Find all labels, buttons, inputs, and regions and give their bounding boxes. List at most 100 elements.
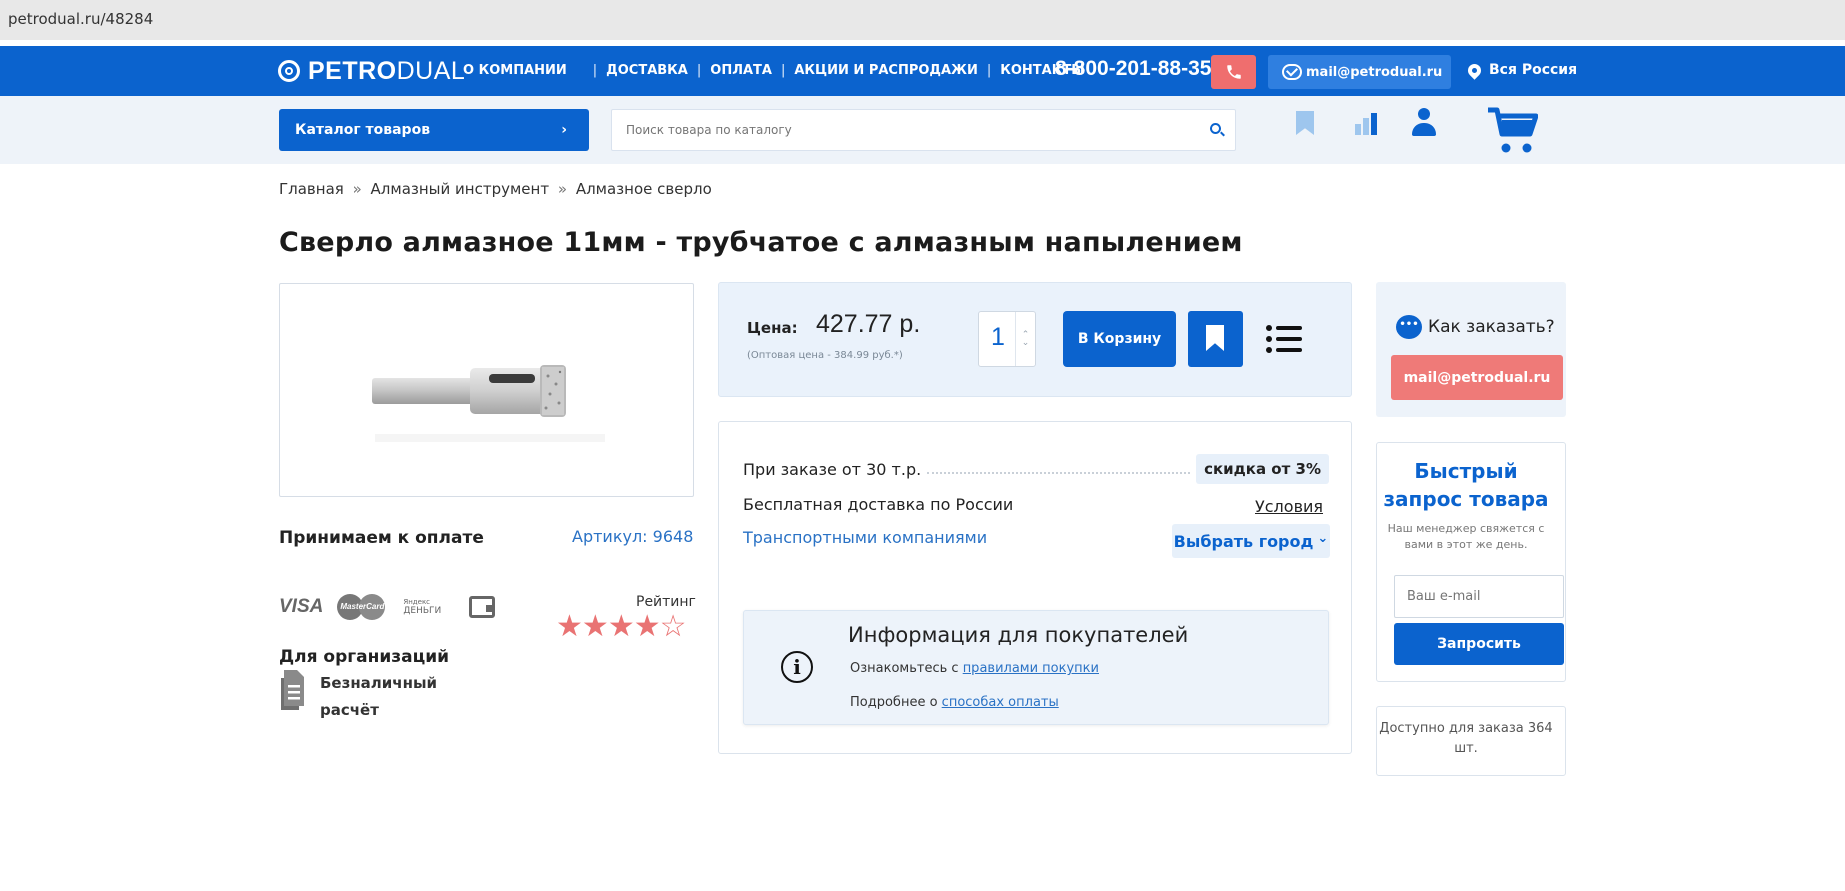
star-icon: ★ — [581, 609, 609, 644]
breadcrumb-diamond-tools[interactable]: Алмазный инструмент — [371, 180, 550, 198]
star-icon: ★ — [556, 609, 583, 644]
breadcrumb-separator: » — [557, 180, 568, 198]
purchase-rules-link[interactable]: правилами покупки — [963, 661, 1099, 676]
chat-bubble-icon: ••• — [1396, 315, 1422, 339]
rating-stars[interactable]: ★★★★☆ — [556, 609, 687, 644]
quantity-value[interactable]: 1 — [991, 323, 1005, 352]
drill-bit-image — [372, 365, 605, 442]
quick-request-subtitle: Наш менеджер свяжется с вами в этот же д… — [1387, 522, 1545, 551]
header-email-link[interactable]: mail@petrodual.ru — [1268, 55, 1451, 89]
stepper-arrows-icon[interactable]: ⌃ ⌄ — [1015, 312, 1035, 366]
stock-card: Доступно для заказа 364 шт. — [1376, 706, 1566, 776]
organizations-title: Для организаций — [279, 647, 450, 667]
stock-availability: Доступно для заказа 364 шт. — [1379, 721, 1553, 756]
breadcrumb-separator: » — [352, 180, 362, 198]
star-icon: ★ — [607, 609, 635, 644]
terms-card: При заказе от 30 т.р. скидка от 3% Беспл… — [718, 421, 1352, 754]
wholesale-price: (Оптовая цена - 384.99 руб.*) — [747, 350, 903, 361]
location-pin-icon — [1465, 60, 1484, 80]
info-icon: i — [781, 651, 813, 683]
sidebar-email-button[interactable]: mail@petrodual.ru — [1391, 355, 1563, 400]
search-icon[interactable] — [1210, 123, 1221, 134]
discount-badge: скидка от 3% — [1196, 454, 1329, 484]
yandex-money-icon: Яндекс ДЕНЬГИ — [403, 598, 442, 616]
how-to-order-label: Как заказать? — [1428, 317, 1555, 337]
nav-separator: | — [780, 63, 786, 78]
buyer-info-box: i Информация для покупателей Ознакомьтес… — [743, 610, 1329, 725]
price-card: Цена: 427.77 р. (Оптовая цена - 384.99 р… — [718, 282, 1352, 397]
document-icon — [281, 670, 304, 710]
chevron-right-icon: › — [561, 122, 567, 138]
payment-logos: VISA MasterCard Яндекс ДЕНЬГИ — [279, 593, 496, 621]
region-text: Вся Россия — [1489, 62, 1578, 78]
wallet-icon — [469, 596, 496, 618]
nav-payment[interactable]: ОПЛАТА — [710, 63, 772, 78]
nav-separator: | — [696, 63, 702, 78]
how-to-order-link[interactable]: ••• Как заказать? — [1396, 315, 1555, 339]
star-outline-icon: ☆ — [659, 609, 687, 644]
nav-about[interactable]: О КОМПАНИИ — [463, 63, 567, 78]
user-icon[interactable] — [1410, 108, 1438, 138]
logo[interactable]: PETRODUAL — [278, 56, 466, 85]
phone-number[interactable]: 8-800-201-88-35 — [1055, 57, 1211, 81]
nav-separator: | — [986, 63, 992, 78]
dotted-leader — [927, 464, 1191, 474]
compare-icon[interactable] — [1355, 113, 1383, 135]
logo-text-light: DUAL — [396, 56, 466, 85]
discount-row: При заказе от 30 т.р. скидка от 3% — [743, 454, 1329, 484]
top-nav: О КОМПАНИИ | ДОСТАВКА | ОПЛАТА | АКЦИИ И… — [463, 63, 1085, 78]
phone-icon — [1226, 65, 1241, 79]
header-email-text: mail@petrodual.ru — [1306, 64, 1443, 80]
visa-icon: VISA — [279, 596, 324, 617]
compare-list-icon[interactable] — [1266, 325, 1302, 353]
transport-companies-label: Транспортными компаниями — [743, 528, 988, 547]
request-button[interactable]: Запросить — [1394, 623, 1564, 665]
catalog-button[interactable]: Каталог товаров › — [279, 109, 589, 151]
logo-text-bold: PETRO — [308, 56, 397, 85]
payment-methods-link[interactable]: способах оплаты — [942, 695, 1059, 710]
breadcrumb-diamond-drill[interactable]: Алмазное сверло — [576, 180, 712, 198]
quantity-stepper[interactable]: 1 ⌃ ⌄ — [978, 311, 1036, 367]
payment-title: Принимаем к оплате — [279, 528, 484, 548]
chevron-down-icon: ⌄ — [1317, 530, 1329, 546]
quick-request-card: Быстрый запрос товара Наш менеджер свяже… — [1376, 442, 1566, 682]
product-sku: Артикул: 9648 — [572, 527, 694, 546]
breadcrumb: Главная » Алмазный инструмент » Алмазное… — [279, 180, 712, 198]
conditions-link[interactable]: Условия — [1255, 497, 1323, 516]
rating-label: Рейтинг — [636, 594, 696, 610]
nav-separator: | — [592, 63, 598, 78]
breadcrumb-home[interactable]: Главная — [279, 180, 344, 198]
choose-city-button[interactable]: Выбрать город ⌄ — [1172, 524, 1330, 558]
region-selector[interactable]: Вся Россия — [1465, 60, 1578, 80]
catalog-label: Каталог товаров — [295, 122, 431, 138]
quick-request-title: Быстрый запрос товара — [1383, 459, 1549, 511]
cart-icon[interactable] — [1486, 104, 1538, 156]
address-bar[interactable]: petrodual.ru/48284 — [0, 0, 1845, 40]
price-value: 427.77 р. — [816, 310, 921, 338]
callback-button[interactable] — [1211, 55, 1256, 89]
nav-delivery[interactable]: ДОСТАВКА — [606, 63, 688, 78]
mail-icon — [1282, 64, 1302, 80]
choose-city-label: Выбрать город — [1173, 531, 1314, 551]
search-bar-row: Каталог товаров › — [0, 96, 1845, 164]
price-label: Цена: — [747, 319, 798, 337]
info-line-payment: Подробнее о способах оплаты — [850, 695, 1059, 710]
star-icon: ★ — [633, 609, 661, 644]
nav-promotions[interactable]: АКЦИИ И РАСПРОДАЖИ — [794, 63, 977, 78]
free-delivery-label: Бесплатная доставка по России — [743, 495, 1014, 514]
product-image[interactable] — [279, 283, 694, 497]
logo-icon — [278, 60, 300, 82]
info-line-rules: Ознакомьтесь с правилами покупки — [850, 661, 1099, 676]
page-title: Сверло алмазное 11мм - трубчатое с алмаз… — [279, 227, 1243, 258]
search-box — [611, 109, 1236, 151]
mastercard-icon: MasterCard — [337, 593, 387, 621]
how-to-order-card: ••• Как заказать? mail@petrodual.ru — [1376, 282, 1566, 417]
discount-label: При заказе от 30 т.р. — [743, 459, 922, 479]
cashless-payment-text: Безналичный расчёт — [320, 674, 438, 719]
top-bar: PETRODUAL О КОМПАНИИ | ДОСТАВКА | ОПЛАТА… — [0, 46, 1845, 96]
add-to-cart-button[interactable]: В Корзину — [1063, 311, 1176, 367]
email-field[interactable] — [1394, 575, 1564, 618]
search-input[interactable] — [612, 110, 1182, 150]
url-text[interactable]: petrodual.ru/48284 — [8, 10, 153, 28]
bookmark-button[interactable] — [1188, 311, 1243, 367]
